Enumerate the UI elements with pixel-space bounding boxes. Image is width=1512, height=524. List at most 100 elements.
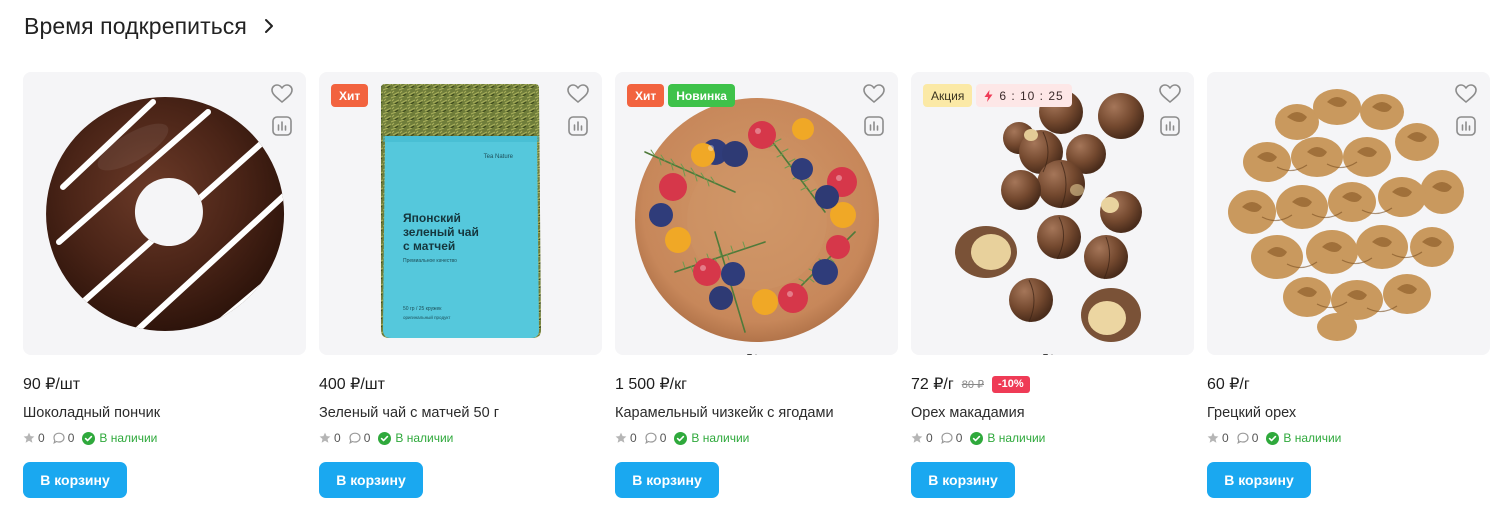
walnuts-image bbox=[1228, 89, 1464, 341]
stock-status: В наличии bbox=[1266, 431, 1341, 445]
compare-icon[interactable] bbox=[1158, 114, 1182, 138]
heart-icon[interactable] bbox=[862, 82, 886, 106]
section-title: Время подкрепиться bbox=[24, 12, 247, 39]
badges: Акция 6 : 10 : 25 bbox=[923, 84, 1072, 107]
reviews: 0 bbox=[52, 431, 74, 445]
product-name[interactable]: Орех макадамия bbox=[911, 405, 1025, 421]
price-row: 60 ₽/г bbox=[1207, 374, 1250, 394]
check-circle-icon bbox=[1266, 431, 1280, 445]
star-icon bbox=[319, 432, 331, 443]
svg-text:Премиальное качество: Премиальное качество bbox=[403, 258, 457, 264]
price: 60 ₽/г bbox=[1207, 376, 1250, 393]
rating: 0 bbox=[911, 431, 933, 445]
product-list: 90 ₽/шт Шоколадный пончик 0 0 В наличии … bbox=[23, 72, 1490, 512]
product-meta: 0 0 В наличии bbox=[911, 430, 1053, 446]
product-meta: 0 0 В наличии bbox=[1207, 430, 1349, 446]
star-icon bbox=[1207, 432, 1219, 443]
discount-badge: -10% bbox=[992, 375, 1030, 393]
image-pagination[interactable] bbox=[747, 354, 767, 355]
svg-text:с матчей: с матчей bbox=[403, 239, 455, 253]
stock-status: В наличии bbox=[378, 431, 453, 445]
product-name[interactable]: Шоколадный пончик bbox=[23, 405, 160, 421]
add-to-cart-button[interactable]: В корзину bbox=[23, 462, 127, 498]
star-icon bbox=[23, 432, 35, 443]
promo-badge: Акция bbox=[923, 84, 973, 107]
chevron-right-icon[interactable] bbox=[261, 18, 277, 34]
stock-status: В наличии bbox=[970, 431, 1045, 445]
product-image[interactable] bbox=[1207, 72, 1490, 355]
price-row: 90 ₽/шт bbox=[23, 374, 80, 394]
price: 1 500 ₽/кг bbox=[615, 376, 687, 393]
heart-icon[interactable] bbox=[1454, 82, 1478, 106]
comment-icon bbox=[348, 432, 361, 444]
compare-icon[interactable] bbox=[1454, 114, 1478, 138]
comment-icon bbox=[644, 432, 657, 444]
heart-icon[interactable] bbox=[1158, 82, 1182, 106]
price: 90 ₽/шт bbox=[23, 376, 81, 393]
old-price: 80 ₽ bbox=[961, 378, 984, 391]
hit-badge: Хит bbox=[331, 84, 369, 107]
rating: 0 bbox=[23, 431, 45, 445]
donut-image bbox=[46, 97, 285, 331]
add-to-cart-button[interactable]: В корзину bbox=[1207, 462, 1311, 498]
badges: Хит bbox=[331, 84, 369, 107]
product-card: Tea Nature Японский зеленый чай с матчей… bbox=[319, 72, 602, 512]
comment-icon bbox=[940, 432, 953, 444]
timer-value: 6 : 10 : 25 bbox=[999, 88, 1064, 103]
compare-icon[interactable] bbox=[862, 114, 886, 138]
star-icon bbox=[615, 432, 627, 443]
rating: 0 bbox=[1207, 431, 1229, 445]
rating: 0 bbox=[615, 431, 637, 445]
macadamia-image bbox=[955, 90, 1144, 342]
price: 400 ₽/шт bbox=[319, 376, 385, 393]
product-image[interactable]: Tea Nature Японский зеленый чай с матчей… bbox=[319, 72, 602, 355]
product-meta: 0 0 В наличии bbox=[23, 430, 165, 446]
product-card: Хит Новинка 1 500 ₽/кг Карамельный чизке… bbox=[615, 72, 898, 512]
stock-status: В наличии bbox=[674, 431, 749, 445]
heart-icon[interactable] bbox=[270, 82, 294, 106]
rating: 0 bbox=[319, 431, 341, 445]
check-circle-icon bbox=[674, 431, 688, 445]
product-image[interactable] bbox=[23, 72, 306, 355]
check-circle-icon bbox=[970, 431, 984, 445]
price-row: 72 ₽/г 80 ₽ -10% bbox=[911, 374, 1030, 394]
stock-status: В наличии bbox=[82, 431, 157, 445]
price-row: 1 500 ₽/кг bbox=[615, 374, 687, 394]
add-to-cart-button[interactable]: В корзину bbox=[615, 462, 719, 498]
product-name[interactable]: Зеленый чай с матчей 50 г bbox=[319, 405, 499, 421]
svg-text:оригинальный продукт: оригинальный продукт bbox=[403, 314, 450, 320]
reviews: 0 bbox=[940, 431, 962, 445]
product-meta: 0 0 В наличии bbox=[319, 430, 461, 446]
add-to-cart-button[interactable]: В корзину bbox=[911, 462, 1015, 498]
comment-icon bbox=[1236, 432, 1249, 444]
product-name[interactable]: Карамельный чизкейк с ягодами bbox=[615, 405, 834, 421]
add-to-cart-button[interactable]: В корзину bbox=[319, 462, 423, 498]
comment-icon bbox=[52, 432, 65, 444]
star-icon bbox=[911, 432, 923, 443]
section-header[interactable]: Время подкрепиться bbox=[24, 10, 277, 42]
price: 72 ₽/г bbox=[911, 376, 954, 393]
product-image[interactable]: Акция 6 : 10 : 25 bbox=[911, 72, 1194, 355]
svg-text:Tea Nature: Tea Nature bbox=[484, 154, 514, 160]
product-card: 90 ₽/шт Шоколадный пончик 0 0 В наличии … bbox=[23, 72, 306, 512]
heart-icon[interactable] bbox=[566, 82, 590, 106]
check-circle-icon bbox=[378, 431, 392, 445]
hit-badge: Хит bbox=[627, 84, 665, 107]
compare-icon[interactable] bbox=[566, 114, 590, 138]
badges: Хит Новинка bbox=[627, 84, 735, 107]
check-circle-icon bbox=[82, 431, 96, 445]
image-pagination[interactable] bbox=[1043, 354, 1063, 355]
svg-text:50 гр / 25 кружек: 50 гр / 25 кружек bbox=[403, 306, 442, 312]
product-card: Акция 6 : 10 : 25 72 ₽/г 80 ₽ -10% Орех … bbox=[911, 72, 1194, 512]
product-name[interactable]: Грецкий орех bbox=[1207, 405, 1296, 421]
product-image[interactable]: Хит Новинка bbox=[615, 72, 898, 355]
timer-badge: 6 : 10 : 25 bbox=[976, 84, 1072, 107]
svg-text:Японский: Японский bbox=[403, 211, 461, 225]
svg-text:зеленый чай: зеленый чай bbox=[403, 225, 479, 239]
reviews: 0 bbox=[644, 431, 666, 445]
compare-icon[interactable] bbox=[270, 114, 294, 138]
cheesecake-image bbox=[635, 98, 879, 342]
product-meta: 0 0 В наличии bbox=[615, 430, 757, 446]
product-card: 60 ₽/г Грецкий орех 0 0 В наличии В корз… bbox=[1207, 72, 1490, 512]
reviews: 0 bbox=[1236, 431, 1258, 445]
